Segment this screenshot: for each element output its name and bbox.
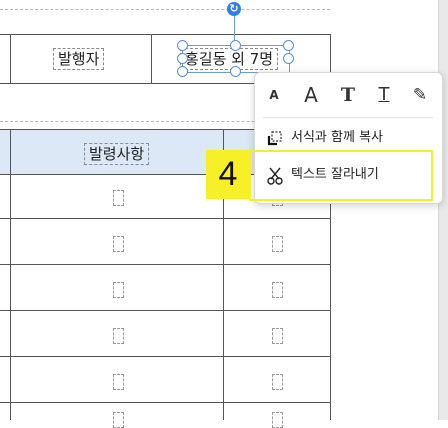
table-column-divider	[10, 129, 11, 420]
font-size-decrease-button[interactable]: A	[259, 81, 289, 109]
resize-handle-bottom-left[interactable]	[177, 66, 188, 77]
bold-button[interactable]: T	[333, 81, 363, 109]
empty-cell-marker[interactable]	[113, 374, 124, 390]
empty-cell-marker[interactable]	[113, 236, 124, 252]
resize-handle-right[interactable]	[283, 53, 294, 64]
empty-cell-marker[interactable]	[113, 328, 124, 344]
step-highlight-box	[249, 150, 433, 201]
resize-handle-top-left[interactable]	[177, 40, 188, 51]
underline-button[interactable]: T	[369, 81, 399, 109]
empty-cell-marker[interactable]	[113, 190, 124, 206]
empty-cell-marker[interactable]	[272, 236, 283, 252]
table-cell[interactable]	[0, 35, 11, 83]
empty-cell-marker[interactable]	[272, 282, 283, 298]
empty-cell-marker[interactable]	[113, 412, 124, 428]
resize-handle-left[interactable]	[177, 53, 188, 64]
resize-handle-top[interactable]	[230, 40, 241, 51]
menu-separator	[263, 117, 433, 118]
empty-cell-marker[interactable]	[272, 412, 283, 428]
page-margin-line	[0, 9, 330, 10]
publisher-label-cell[interactable]: 발행자	[11, 35, 152, 83]
table-row-divider	[0, 218, 331, 219]
empty-cell-marker[interactable]	[272, 328, 283, 344]
column-header-orders[interactable]: 발령사항	[84, 143, 150, 165]
step-number-badge: 4	[206, 150, 250, 199]
highlighter-icon[interactable]: ✎	[405, 81, 435, 109]
table-row-divider	[0, 402, 331, 403]
empty-cell-marker[interactable]	[272, 374, 283, 390]
scroll-gutter[interactable]	[438, 0, 448, 420]
document-canvas: 발행자 홍길동 외 7명 ↻ 발령사항 A A T T ✎ 서식과 함께 복사 …	[0, 0, 448, 428]
font-size-increase-button[interactable]: A	[296, 81, 326, 109]
resize-handle-top-right[interactable]	[283, 40, 294, 51]
rotate-handle-icon[interactable]: ↻	[227, 2, 241, 16]
table-row-divider	[0, 264, 331, 265]
empty-cell-marker[interactable]	[113, 282, 124, 298]
table-row-divider	[0, 356, 331, 357]
table-row-divider	[0, 310, 331, 311]
publisher-label: 발행자	[53, 48, 105, 70]
resize-handle-bottom[interactable]	[230, 66, 241, 77]
